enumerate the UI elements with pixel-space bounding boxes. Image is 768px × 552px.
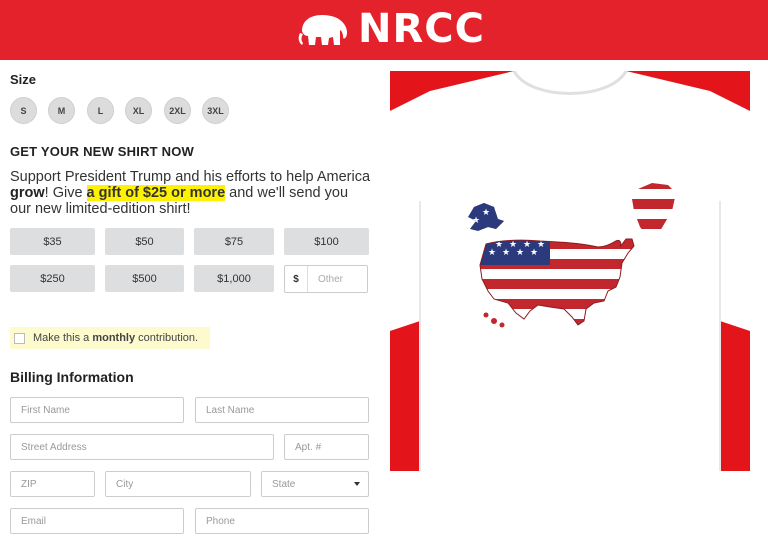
other-amount-field[interactable]: $ Other [284, 265, 368, 293]
chevron-down-icon [354, 482, 360, 486]
amount-500-button[interactable]: $500 [105, 265, 184, 292]
size-option-2xl[interactable]: 2XL [164, 97, 191, 124]
elephant-icon [298, 15, 348, 45]
other-amount-input[interactable]: Other [308, 266, 367, 292]
promo-text-before: Support President Trump and his efforts … [10, 169, 371, 185]
size-label: Size [10, 72, 37, 87]
amount-100-button[interactable]: $100 [284, 228, 369, 255]
monthly-text-after: contribution. [135, 332, 199, 344]
size-option-m[interactable]: M [48, 97, 75, 124]
city-field[interactable]: City [105, 471, 251, 497]
promo-description: Support President Trump and his efforts … [10, 169, 370, 217]
svg-text:★: ★ [523, 240, 531, 250]
tshirt-image: ★ ★ ★ ★ ★ ★ ★ ★ ★★ [390, 71, 750, 471]
monthly-checkbox[interactable] [14, 332, 25, 344]
phone-field[interactable]: Phone [195, 508, 369, 534]
billing-label: Billing Information [10, 369, 134, 385]
amount-50-button[interactable]: $50 [105, 228, 184, 255]
street-address-field[interactable]: Street Address [10, 434, 274, 460]
email-field[interactable]: Email [10, 508, 184, 534]
monthly-contribution-option[interactable]: Make this a monthly contribution. [10, 327, 210, 349]
svg-text:★: ★ [482, 208, 490, 218]
promo-heading: GET YOUR NEW SHIRT NOW [10, 144, 194, 159]
promo-text-mid: ! Give [44, 185, 87, 201]
size-option-3xl[interactable]: 3XL [202, 97, 229, 124]
nrcc-logo[interactable]: NRCC [296, 6, 485, 52]
first-name-field[interactable]: First Name [10, 397, 184, 423]
header-bar: NRCC [0, 0, 768, 60]
product-image: ★ ★ ★ ★ ★ ★ ★ ★ ★ ★ [390, 71, 750, 471]
state-select-value: State [272, 478, 296, 490]
amount-1000-button[interactable]: $1,000 [194, 265, 274, 292]
amount-75-button[interactable]: $75 [194, 228, 274, 255]
size-option-xl[interactable]: XL [125, 97, 152, 124]
last-name-field[interactable]: Last Name [195, 397, 369, 423]
promo-text-bold: grow [10, 185, 45, 201]
monthly-text-before: Make this a [33, 332, 93, 344]
amount-35-button[interactable]: $35 [10, 228, 95, 255]
size-option-s[interactable]: S [10, 97, 37, 124]
size-option-l[interactable]: L [87, 97, 114, 124]
monthly-text-bold: monthly [92, 332, 136, 344]
brand-name: NRCC [358, 6, 485, 52]
amount-250-button[interactable]: $250 [10, 265, 95, 292]
state-select[interactable]: State [261, 471, 369, 497]
monthly-label: Make this a monthly contribution. [33, 332, 198, 344]
svg-text:★: ★ [509, 240, 517, 250]
promo-highlight: a gift of $25 or more [86, 185, 226, 201]
currency-symbol: $ [285, 266, 308, 292]
apt-field[interactable]: Apt. # [284, 434, 369, 460]
zip-field[interactable]: ZIP [10, 471, 95, 497]
